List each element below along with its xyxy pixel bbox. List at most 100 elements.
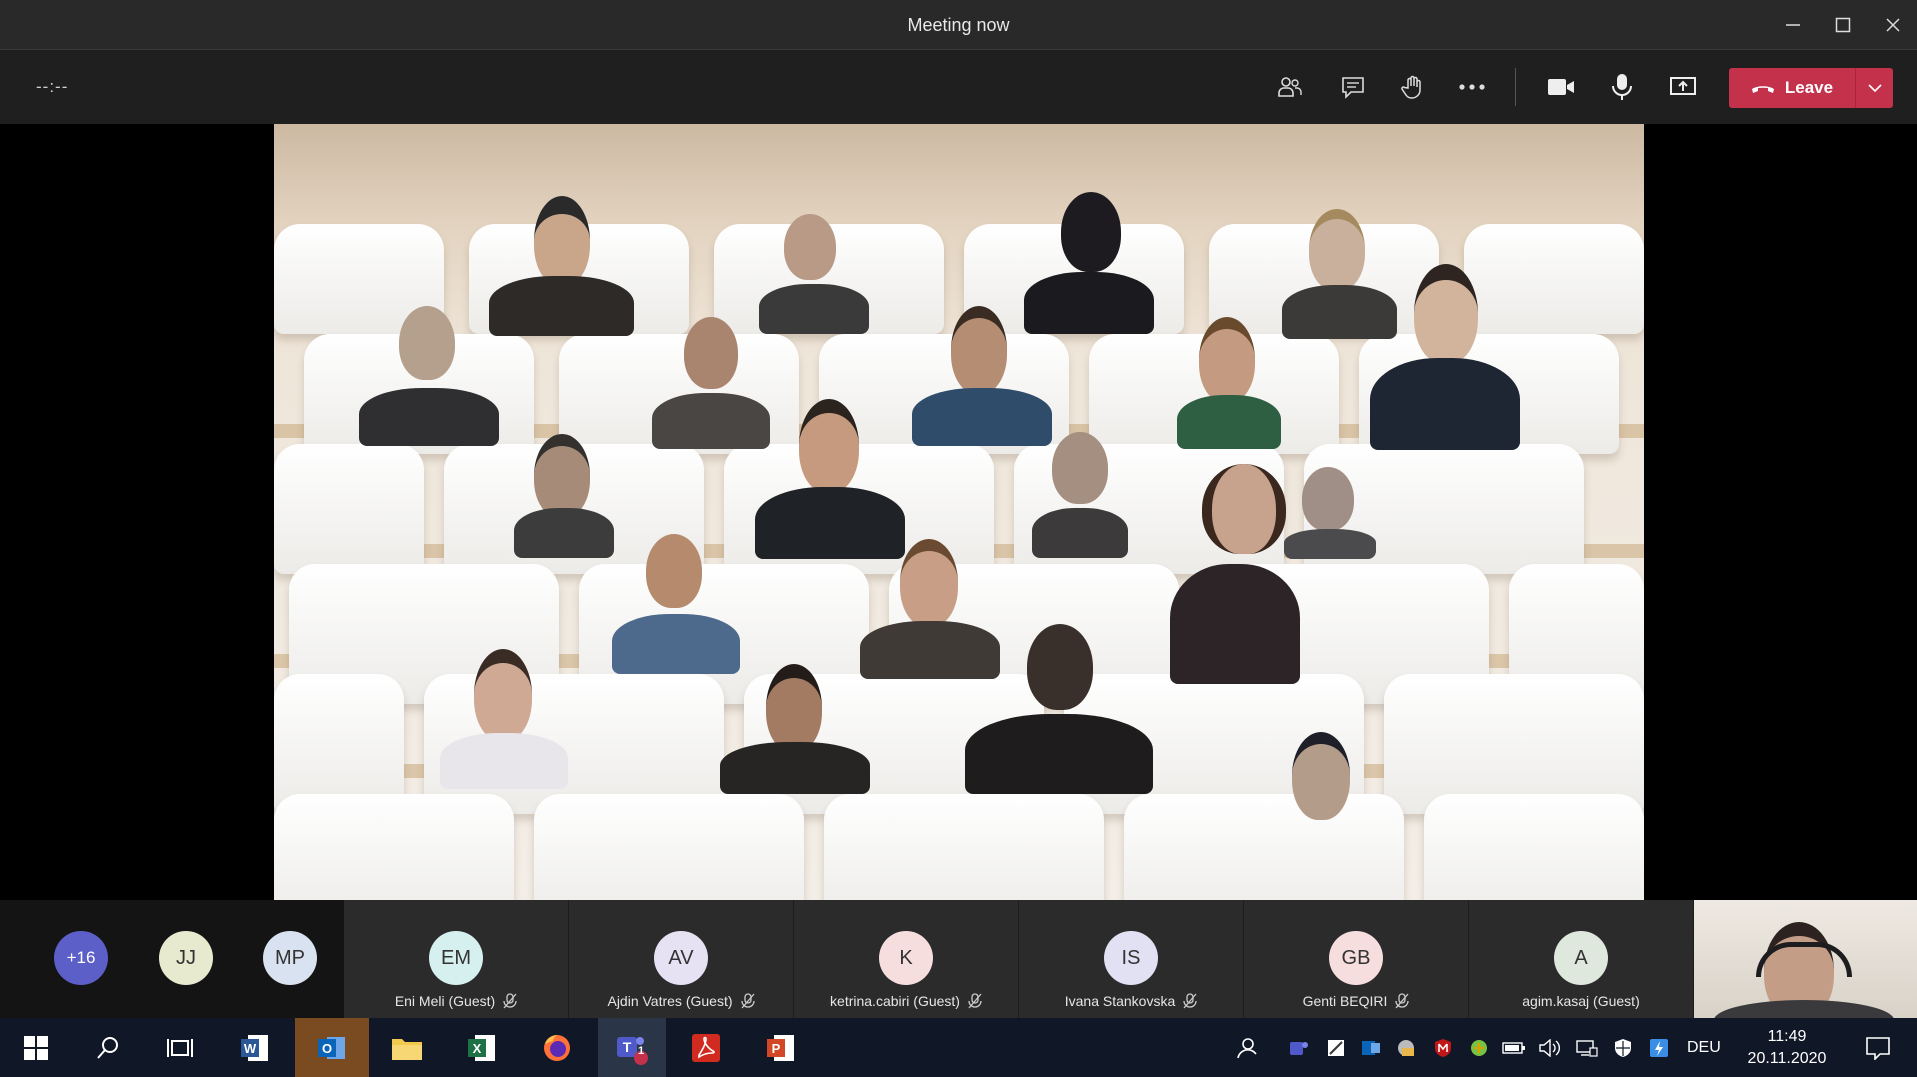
more-participants-button[interactable]: +16	[54, 931, 108, 985]
toolbar-divider	[1515, 68, 1516, 106]
camera-icon	[1548, 79, 1574, 95]
maximize-icon	[1835, 17, 1851, 33]
microphone-button[interactable]	[1598, 63, 1646, 111]
participants-button[interactable]	[1266, 63, 1314, 111]
excel-icon: X	[468, 1034, 495, 1061]
taskbar-file-explorer[interactable]	[374, 1018, 440, 1077]
together-mode-video	[274, 124, 1644, 900]
roster-overflow-area: +16 JJ MP	[0, 900, 344, 1018]
avatar-initials: JJ	[176, 946, 196, 969]
participant-avatar: GB	[1329, 931, 1383, 985]
taskbar-excel[interactable]: X	[449, 1018, 515, 1077]
participant-video	[959, 614, 1159, 794]
volume-control[interactable]	[1534, 1018, 1566, 1077]
participants-icon	[1278, 77, 1302, 97]
tray-antivirus[interactable]	[1427, 1018, 1459, 1077]
tray-updater[interactable]	[1643, 1018, 1675, 1077]
clock-time: 11:49	[1767, 1028, 1807, 1045]
leave-main[interactable]: Leave	[1729, 68, 1855, 108]
search-button[interactable]	[75, 1018, 141, 1077]
participant-avatar[interactable]: JJ	[159, 931, 213, 985]
action-center-button[interactable]	[1858, 1018, 1898, 1077]
mic-muted-icon	[503, 993, 517, 1009]
avatar-initials: A	[1574, 946, 1588, 969]
participant-video	[1364, 254, 1524, 450]
input-language[interactable]: DEU	[1687, 1018, 1721, 1077]
chat-button[interactable]	[1329, 63, 1377, 111]
participant-avatar: K	[879, 931, 933, 985]
outlook-icon: O	[318, 1036, 345, 1059]
start-button[interactable]	[3, 1018, 69, 1077]
close-button[interactable]	[1868, 0, 1917, 50]
participant-video	[1164, 454, 1304, 684]
tray-outlook[interactable]	[1355, 1018, 1387, 1077]
tray-teams[interactable]	[1283, 1018, 1315, 1077]
share-screen-button[interactable]	[1659, 63, 1707, 111]
volume-icon	[1539, 1038, 1560, 1057]
more-icon	[1459, 84, 1485, 90]
teams-notification-badge: 1	[637, 1045, 645, 1057]
participant-tile[interactable]: IS Ivana Stankovska	[1019, 900, 1243, 1018]
taskbar-firefox[interactable]	[524, 1018, 590, 1077]
participant-video	[1169, 309, 1289, 449]
participant-avatar: IS	[1104, 931, 1158, 985]
minimize-icon	[1786, 24, 1800, 26]
hang-up-icon	[1751, 86, 1774, 93]
taskbar-word[interactable]: W	[222, 1018, 288, 1077]
participant-name: Ivana Stankovska	[1064, 993, 1176, 1009]
task-view-button[interactable]	[147, 1018, 213, 1077]
notifications-icon	[1866, 1036, 1890, 1060]
maximize-button[interactable]	[1818, 0, 1868, 50]
minimize-button[interactable]	[1768, 0, 1818, 50]
network-status[interactable]	[1571, 1018, 1603, 1077]
seat	[1424, 794, 1644, 900]
self-video-preview[interactable]	[1694, 900, 1917, 1018]
network-icon	[1576, 1039, 1598, 1057]
powerpoint-icon: P	[767, 1034, 794, 1061]
acrobat-icon	[692, 1033, 720, 1062]
headset-icon	[1756, 942, 1852, 977]
mic-muted-icon	[1183, 993, 1197, 1009]
mic-muted-icon	[1395, 993, 1410, 1009]
participant-tile[interactable]: GB Genti BEQIRI	[1244, 900, 1468, 1018]
participant-tile[interactable]: AV Ajdin Vatres (Guest)	[569, 900, 793, 1018]
taskbar-powerpoint[interactable]: P	[748, 1018, 814, 1077]
raise-hand-button[interactable]	[1389, 63, 1437, 111]
participant-avatar[interactable]: MP	[263, 931, 317, 985]
window-title: Meeting now	[907, 15, 1010, 35]
seat	[274, 794, 514, 900]
tray-app[interactable]	[1320, 1018, 1352, 1077]
participant-avatar: EM	[429, 931, 483, 985]
battery-indicator[interactable]	[1498, 1018, 1530, 1077]
more-actions-button[interactable]	[1448, 63, 1496, 111]
network-drive-icon	[1398, 1039, 1414, 1056]
participant-avatar: AV	[654, 931, 708, 985]
leave-options-button[interactable]	[1856, 68, 1893, 108]
participant-tile[interactable]: K ketrina.cabiri (Guest)	[794, 900, 1018, 1018]
leave-button[interactable]: Leave	[1729, 68, 1893, 108]
avatar-initials: IS	[1121, 946, 1141, 969]
avatar-initials: K	[899, 946, 913, 969]
svg-text:P: P	[772, 1041, 781, 1056]
outlook-tray-icon	[1362, 1040, 1380, 1055]
title-bar: Meeting now	[0, 0, 1917, 50]
tray-vpn[interactable]	[1463, 1018, 1495, 1077]
windows-security[interactable]	[1607, 1018, 1639, 1077]
participant-video	[434, 639, 574, 789]
microphone-icon	[1612, 74, 1632, 100]
svg-text:X: X	[473, 1041, 482, 1056]
seat	[274, 444, 424, 574]
taskbar-teams[interactable]: T 1	[598, 1018, 666, 1077]
tray-network-share[interactable]	[1390, 1018, 1422, 1077]
meeting-timer: --:--	[36, 77, 69, 96]
taskbar-acrobat[interactable]	[673, 1018, 739, 1077]
people-icon	[1237, 1037, 1257, 1058]
task-view-icon	[167, 1038, 193, 1057]
participant-tile[interactable]: EM Eni Meli (Guest)	[344, 900, 568, 1018]
participant-tile[interactable]: A agim.kasaj (Guest)	[1469, 900, 1693, 1018]
people-button[interactable]	[1230, 1018, 1262, 1077]
taskbar-outlook[interactable]: O	[295, 1018, 369, 1077]
system-clock[interactable]: 11:49 20.11.2020	[1742, 1026, 1832, 1070]
camera-button[interactable]	[1537, 63, 1585, 111]
participant-video	[1264, 724, 1384, 820]
